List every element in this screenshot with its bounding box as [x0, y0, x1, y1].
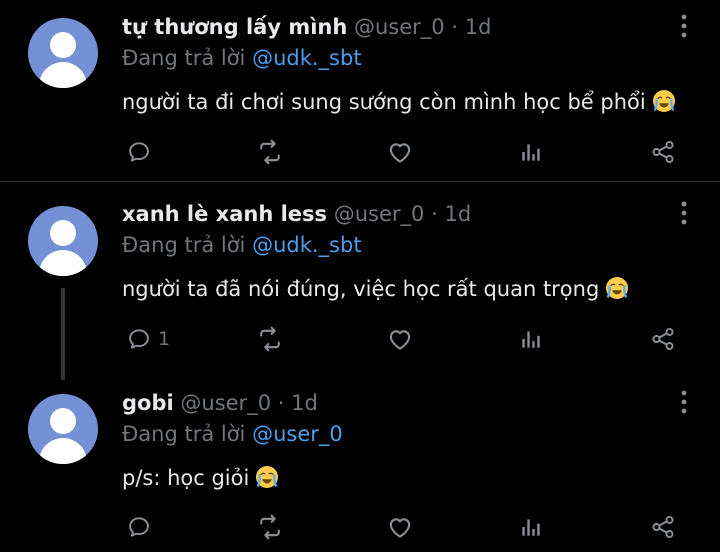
avatar[interactable] [28, 206, 98, 276]
display-name[interactable]: gobi [122, 391, 174, 415]
replying-to: Đang trả lời @user_0 [122, 421, 343, 447]
replying-to-mention[interactable]: @udk._sbt [252, 233, 361, 257]
tweet-text-content: người ta đi chơi sung sướng còn mình học… [122, 90, 646, 114]
retweet-icon [256, 325, 284, 353]
retweet-button[interactable] [256, 322, 284, 356]
user-handle[interactable]: @user_0 [334, 202, 425, 226]
heart-icon [386, 325, 414, 353]
like-button[interactable] [386, 322, 414, 356]
heart-icon [386, 513, 414, 541]
like-button[interactable] [386, 135, 414, 169]
replying-to: Đang trả lời @udk._sbt [122, 232, 362, 258]
retweet-button[interactable] [256, 135, 284, 169]
views-icon [518, 139, 544, 165]
avatar[interactable] [28, 18, 98, 88]
separator-dot: · [277, 391, 285, 415]
replying-to-mention[interactable]: @udk._sbt [252, 46, 361, 70]
tweet-1[interactable]: tự thương lấy mình @user_0 · 1d Đang trả… [0, 0, 720, 181]
tweet-text: p/s: học giỏi [122, 464, 279, 492]
avatar-head-shape [50, 32, 76, 58]
separator-dot: · [431, 202, 438, 226]
loudly-crying-face-emoji [255, 465, 279, 489]
more-vertical-icon[interactable] [674, 12, 694, 40]
reply-button[interactable]: 1 [126, 322, 170, 356]
replying-to-label: Đang trả lời [122, 46, 246, 70]
timestamp[interactable]: 1d [444, 202, 471, 226]
tweet-text-content: người ta đã nói đúng, việc học rất quan … [122, 277, 600, 301]
views-button[interactable] [518, 322, 544, 356]
share-icon [650, 139, 676, 165]
tweet-text: người ta đã nói đúng, việc học rất quan … [122, 275, 629, 303]
reply-button[interactable] [126, 135, 158, 169]
avatar-body-shape [39, 62, 87, 88]
action-bar [0, 510, 720, 544]
views-button[interactable] [518, 135, 544, 169]
retweet-icon [256, 513, 284, 541]
share-button[interactable] [650, 322, 676, 356]
tweet-text-content: p/s: học giỏi [122, 466, 250, 490]
timestamp[interactable]: 1d [291, 391, 318, 415]
display-name[interactable]: xanh lè xanh less [122, 202, 327, 226]
replying-to-mention[interactable]: @user_0 [252, 422, 343, 446]
replying-to-label: Đang trả lời [122, 233, 246, 257]
tweet-3[interactable]: gobi @user_0 · 1d Đang trả lời @user_0 p… [0, 372, 720, 552]
heart-icon [386, 138, 414, 166]
avatar-head-shape [50, 408, 76, 434]
thread-connector [61, 288, 65, 380]
separator-dot: · [451, 15, 459, 39]
replying-to: Đang trả lời @udk._sbt [122, 45, 362, 71]
share-button[interactable] [650, 510, 676, 544]
reply-button[interactable] [126, 510, 158, 544]
user-handle[interactable]: @user_0 [180, 391, 271, 415]
loudly-crying-face-emoji [652, 89, 676, 113]
share-button[interactable] [650, 135, 676, 169]
avatar-body-shape [39, 438, 87, 464]
views-icon [518, 514, 544, 540]
tweet-header: gobi @user_0 · 1d [122, 390, 318, 416]
share-icon [650, 514, 676, 540]
display-name[interactable]: tự thương lấy mình [122, 15, 347, 39]
loudly-crying-face-emoji [605, 276, 629, 300]
action-bar: 1 [0, 322, 720, 356]
views-button[interactable] [518, 510, 544, 544]
tweet-text: người ta đi chơi sung sướng còn mình học… [122, 88, 676, 116]
avatar-head-shape [50, 220, 76, 246]
reply-count: 1 [158, 328, 171, 350]
more-vertical-icon[interactable] [674, 388, 694, 416]
user-handle[interactable]: @user_0 [354, 15, 445, 39]
retweet-button[interactable] [256, 510, 284, 544]
action-bar [0, 135, 720, 169]
reply-icon [126, 514, 152, 540]
like-button[interactable] [386, 510, 414, 544]
tweet-header: tự thương lấy mình @user_0 · 1d [122, 14, 491, 40]
replying-to-label: Đang trả lời [122, 422, 246, 446]
tweet-header: xanh lè xanh less @user_0 · 1d [122, 201, 471, 227]
timestamp[interactable]: 1d [465, 15, 492, 39]
tweet-2[interactable]: xanh lè xanh less @user_0 · 1d Đang trả … [0, 182, 720, 372]
retweet-icon [256, 138, 284, 166]
reply-icon [126, 326, 152, 352]
reply-icon [126, 139, 152, 165]
views-icon [518, 326, 544, 352]
avatar[interactable] [28, 394, 98, 464]
share-icon [650, 326, 676, 352]
avatar-body-shape [39, 250, 87, 276]
more-vertical-icon[interactable] [674, 199, 694, 227]
